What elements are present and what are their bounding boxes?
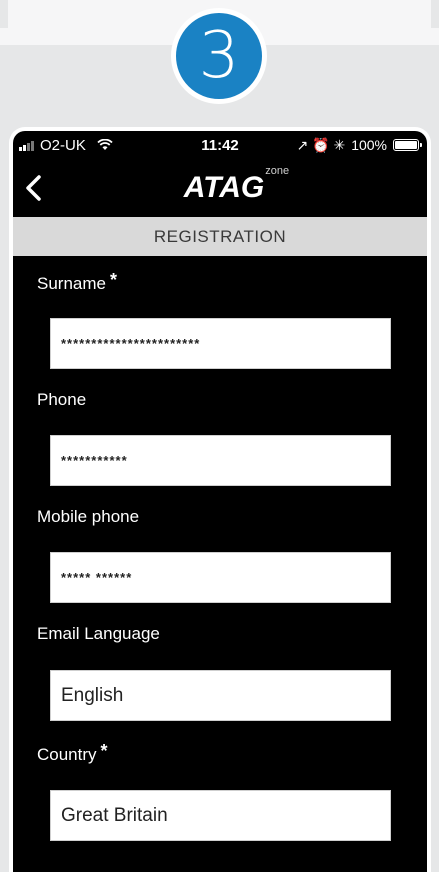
registration-form: Surname * *********************** Phone *…	[13, 256, 427, 841]
country-label: Country *	[37, 741, 108, 764]
atag-logo: ATAG zone	[183, 165, 289, 205]
phone-screen: O2-UK 11:42 ↗ ⏰ ✳ 100% ATAG zone REGISTR…	[13, 131, 427, 872]
email-language-select[interactable]: English	[50, 670, 391, 721]
step-number: 3	[198, 19, 240, 93]
section-header: REGISTRATION	[13, 217, 427, 256]
surname-label: Surname *	[37, 270, 117, 293]
signal-icon	[19, 139, 34, 151]
required-mark: *	[109, 270, 117, 290]
battery-percent: 100%	[351, 137, 387, 153]
wifi-icon	[97, 139, 113, 150]
status-bar: O2-UK 11:42 ↗ ⏰ ✳ 100%	[13, 131, 427, 159]
email-language-label: Email Language	[37, 624, 160, 643]
status-right: ↗ ⏰ ✳ 100%	[296, 136, 422, 154]
phone-input[interactable]: ***********	[50, 435, 391, 486]
nav-bar: ATAG zone	[13, 159, 427, 217]
status-time: 11:42	[201, 136, 239, 154]
logo-text: ATAG	[183, 171, 265, 204]
status-icons: ↗ ⏰ ✳	[296, 136, 346, 153]
section-title: REGISTRATION	[153, 226, 287, 246]
phone-label: Phone	[37, 390, 87, 409]
mobile-phone-label: Mobile phone	[37, 507, 140, 526]
surname-input[interactable]: ***********************	[50, 318, 391, 369]
top-band-edge-right	[431, 0, 439, 28]
chevron-left-icon[interactable]	[23, 175, 45, 201]
battery-icon	[393, 139, 422, 151]
top-band-edge-left	[0, 0, 8, 28]
status-left: O2-UK	[19, 137, 113, 154]
carrier-name: O2-UK	[40, 136, 86, 154]
logo-sup: zone	[265, 165, 290, 177]
required-mark: *	[100, 741, 108, 761]
step-badge: 3	[171, 8, 267, 104]
phone-frame: O2-UK 11:42 ↗ ⏰ ✳ 100% ATAG zone REGISTR…	[9, 127, 431, 872]
mobile-phone-input[interactable]: ***** ******	[50, 552, 391, 603]
country-select[interactable]: Great Britain	[50, 790, 391, 841]
